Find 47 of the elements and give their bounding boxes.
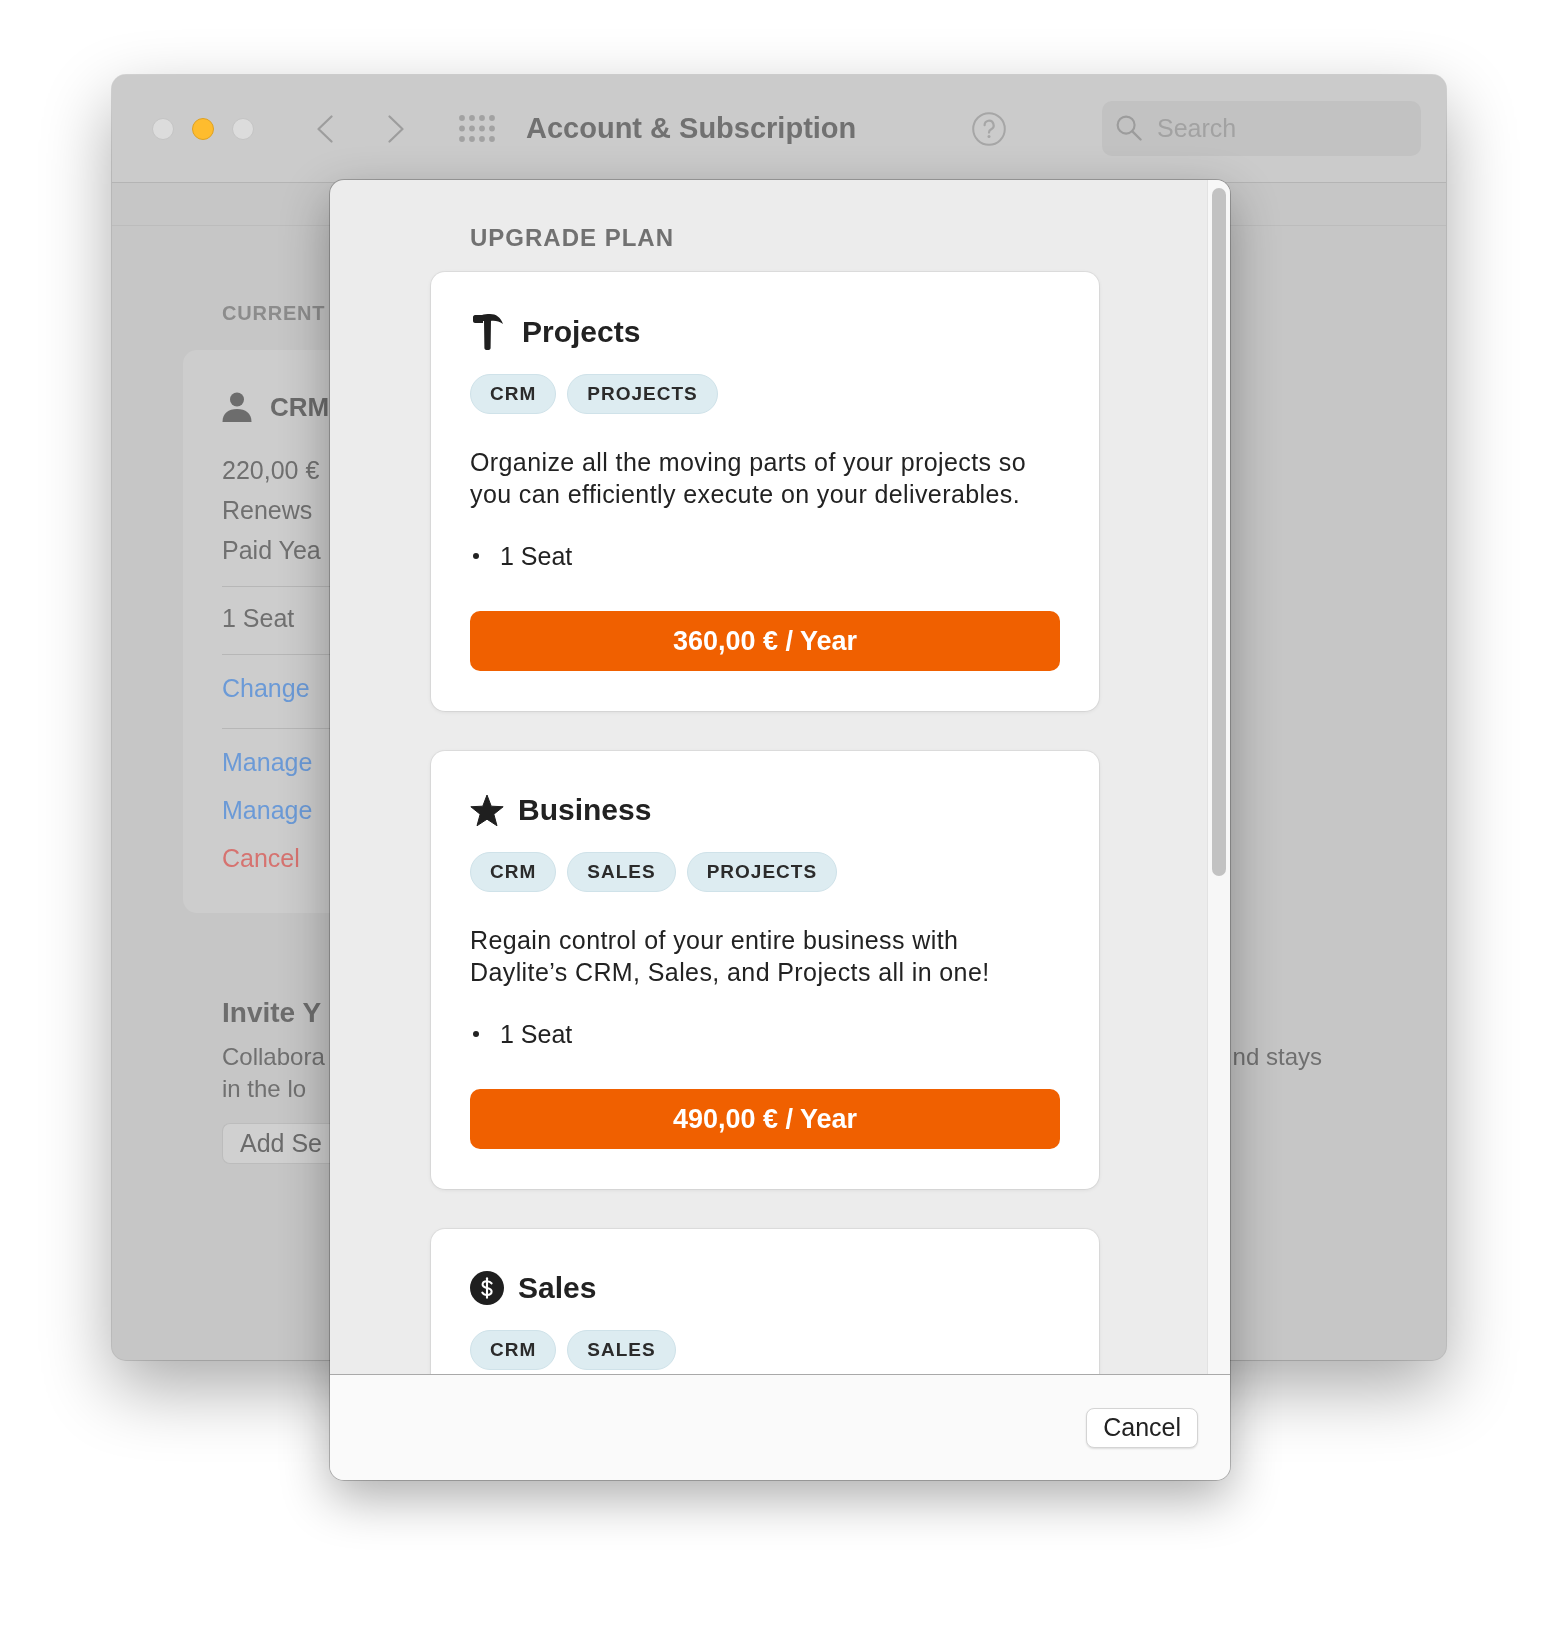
bullet-icon bbox=[473, 553, 479, 559]
back-icon[interactable] bbox=[317, 114, 333, 143]
plan-description: Regain control of your entire business with Daylite’s CRM, Sales, and Projects all in one! bbox=[470, 925, 991, 988]
plan-title: Business bbox=[518, 793, 652, 827]
plan-title: Projects bbox=[522, 315, 641, 349]
search-icon bbox=[1116, 115, 1142, 141]
seat-count: 1 Seat bbox=[222, 603, 295, 634]
action-link[interactable]: Manage bbox=[222, 786, 313, 834]
cancel-button[interactable]: Cancel bbox=[1086, 1407, 1198, 1448]
module-tag: CRM bbox=[470, 374, 557, 414]
scrollbar-thumb[interactable] bbox=[1212, 188, 1226, 876]
module-tag: CRM bbox=[470, 852, 557, 892]
grid-icon[interactable] bbox=[459, 115, 495, 142]
module-tag: SALES bbox=[567, 1330, 676, 1370]
paragraph-text: in the lo bbox=[222, 1074, 307, 1104]
person-icon bbox=[222, 392, 252, 422]
plan-name: CRM bbox=[270, 391, 330, 423]
plan-detail: Paid Yea bbox=[222, 535, 321, 566]
module-tag: PROJECTS bbox=[686, 852, 838, 892]
forward-icon[interactable] bbox=[388, 114, 404, 143]
module-tag: CRM bbox=[470, 1330, 557, 1370]
plan-title: Sales bbox=[518, 1271, 597, 1305]
feature-text: 1 Seat bbox=[500, 541, 573, 571]
action-link[interactable]: Manage bbox=[222, 738, 313, 786]
window-title: Account & Subscription bbox=[526, 112, 857, 145]
paragraph-text: Collabora bbox=[222, 1042, 325, 1072]
feature-text: 1 Seat bbox=[500, 1019, 573, 1049]
cancel-link[interactable]: Cancel bbox=[222, 834, 300, 882]
plan-description: Organize all the moving parts of your projects so you can efficiently execute on your deliverables. bbox=[470, 447, 1027, 510]
section-heading: UPGRADE PLAN bbox=[470, 223, 674, 253]
hammer-icon bbox=[473, 314, 503, 350]
dollar-coin-icon bbox=[470, 1271, 504, 1305]
paragraph-text: nd stays bbox=[1232, 1042, 1322, 1072]
price-button[interactable]: 490,00 € / Year bbox=[470, 1089, 1060, 1149]
scrollbar-track[interactable] bbox=[1207, 180, 1230, 1374]
help-icon[interactable] bbox=[972, 111, 1006, 146]
section-title: Invite Y bbox=[222, 996, 322, 1030]
price-button[interactable]: 360,00 € / Year bbox=[470, 611, 1060, 671]
window-minimize-icon[interactable] bbox=[192, 117, 214, 140]
section-label: CURRENT bbox=[222, 301, 326, 326]
star-icon bbox=[470, 793, 504, 827]
plan-detail: 220,00 € bbox=[222, 455, 320, 486]
bullet-icon bbox=[473, 1031, 479, 1037]
module-tag: SALES bbox=[567, 852, 676, 892]
action-link[interactable]: Change bbox=[222, 664, 310, 712]
module-tag: PROJECTS bbox=[567, 374, 718, 414]
plan-detail: Renews bbox=[222, 495, 313, 526]
